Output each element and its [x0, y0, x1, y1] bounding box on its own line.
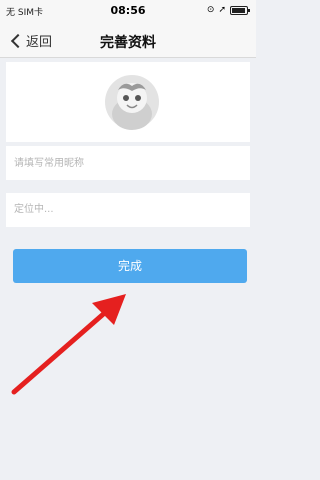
page-title: 完善资料	[100, 35, 156, 51]
location-status: 定位中...	[14, 204, 54, 215]
nickname-input[interactable]	[6, 146, 250, 180]
avatar[interactable]	[104, 74, 160, 130]
battery-icon	[230, 5, 250, 15]
rotation-lock-icon: ⊙	[206, 5, 215, 15]
location-arrow-icon: ➚	[218, 5, 226, 15]
nav-bar: 返回 完善资料	[0, 24, 256, 58]
status-bar: 无 SIM卡 08:56 ⊙ ➚	[0, 0, 256, 24]
avatar-panel	[6, 62, 250, 142]
status-icons: ⊙ ➚	[206, 5, 250, 15]
done-button[interactable]: 完成	[13, 249, 247, 283]
location-field[interactable]: 定位中...	[6, 193, 250, 227]
